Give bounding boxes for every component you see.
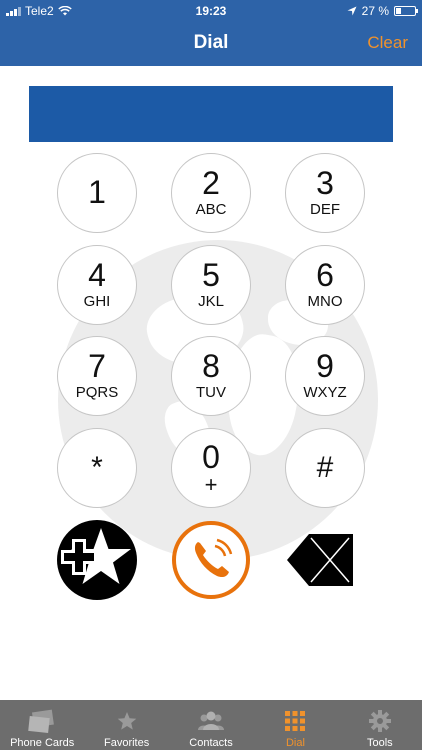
key-letters: DEF	[310, 201, 340, 218]
add-favorite-button[interactable]	[57, 520, 137, 600]
key-letters: PQRS	[75, 384, 119, 401]
key-8[interactable]: 8 TUV	[171, 336, 251, 416]
key-letters: ABC	[195, 201, 227, 218]
key-digit: #	[316, 451, 334, 484]
key-7[interactable]: 7 PQRS	[57, 336, 137, 416]
backspace-icon	[287, 534, 353, 586]
key-digit: 9	[316, 348, 334, 384]
key-digit: 4	[88, 257, 106, 293]
number-display	[29, 86, 393, 142]
call-button[interactable]	[171, 520, 251, 600]
tab-bar: Phone Cards Favorites Contacts Dial Tool…	[0, 700, 422, 750]
delete-button[interactable]	[285, 520, 365, 600]
key-digit: 5	[202, 257, 220, 293]
tab-favorites[interactable]: Favorites	[84, 700, 168, 750]
key-letters: +	[204, 472, 218, 497]
star-icon	[116, 708, 138, 734]
status-bar: Tele2 19:23 27 %	[0, 0, 422, 22]
key-5[interactable]: 5 JKL	[171, 245, 251, 325]
tab-phone-cards[interactable]: Phone Cards	[0, 700, 84, 750]
battery-percent: 27 %	[361, 4, 389, 18]
key-digit: 8	[202, 348, 220, 384]
key-digit: 3	[316, 165, 334, 201]
key-letters: MNO	[307, 293, 343, 310]
keypad-icon	[284, 708, 306, 734]
key-letters: GHI	[83, 293, 111, 310]
gear-icon	[368, 708, 391, 734]
tab-label: Phone Cards	[10, 737, 75, 749]
key-hash[interactable]: #	[285, 428, 365, 508]
key-4[interactable]: 4 GHI	[57, 245, 137, 325]
tab-label: Dial	[285, 737, 305, 749]
page-title: Dial	[193, 32, 229, 53]
key-star[interactable]: *	[57, 428, 137, 508]
key-digit: 0	[202, 439, 220, 475]
tab-label: Favorites	[103, 737, 150, 749]
battery-icon	[394, 6, 418, 16]
key-digit: *	[91, 451, 103, 484]
key-letters: WXYZ	[303, 384, 347, 401]
key-digit: 6	[316, 257, 334, 293]
tab-contacts[interactable]: Contacts	[169, 700, 253, 750]
top-header: Tele2 19:23 27 % Dial Clear	[0, 0, 422, 66]
phone-cards-icon	[27, 708, 57, 734]
contacts-icon	[196, 708, 226, 734]
tab-label: Tools	[366, 737, 393, 749]
key-digit: 2	[202, 165, 220, 201]
key-3[interactable]: 3 DEF	[285, 153, 365, 233]
tab-tools[interactable]: Tools	[338, 700, 422, 750]
key-digit: 7	[88, 348, 106, 384]
status-right: 27 %	[347, 4, 418, 18]
key-6[interactable]: 6 MNO	[285, 245, 365, 325]
clear-button[interactable]: Clear	[367, 33, 408, 53]
key-9[interactable]: 9 WXYZ	[285, 336, 365, 416]
key-letters: JKL	[198, 293, 224, 310]
location-arrow-icon	[347, 6, 357, 16]
phone-call-icon	[172, 521, 250, 599]
key-1[interactable]: 1	[57, 153, 137, 233]
key-2[interactable]: 2 ABC	[171, 153, 251, 233]
key-0[interactable]: 0 +	[171, 428, 251, 508]
key-digit: 1	[88, 174, 106, 210]
tab-dial[interactable]: Dial	[253, 700, 337, 750]
star-plus-icon	[57, 520, 137, 600]
key-letters: TUV	[196, 384, 226, 401]
tab-label: Contacts	[189, 737, 233, 749]
